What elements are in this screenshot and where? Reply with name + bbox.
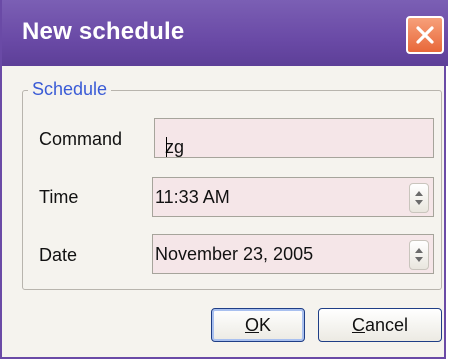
close-button[interactable] [406,16,444,54]
date-spinner-field[interactable]: November 23, 2005 [152,234,434,274]
date-label: Date [39,245,78,265]
ok-button[interactable]: OK [211,308,305,342]
time-label: Time [39,187,79,207]
date-value: November 23, 2005 [155,244,314,264]
close-icon [416,26,434,44]
command-label: Command [39,129,123,149]
cancel-button-label: ancel [364,315,409,335]
cancel-button-mnemonic: C [351,315,365,335]
title-bar[interactable]: New schedule [2,0,448,66]
time-spinner-field[interactable]: 11:33 AM [152,177,434,217]
time-value: 11:33 AM [155,187,230,207]
spinner-up-down-icon [415,191,423,205]
schedule-group-legend: Schedule [28,79,112,100]
cancel-button[interactable]: Cancel [318,308,442,342]
command-input[interactable]: zg [154,118,434,158]
ok-button-mnemonic: O [244,315,259,335]
new-schedule-dialog: New schedule Schedule Command zg Time 11… [0,0,448,359]
dialog-title: New schedule [22,18,185,45]
text-caret [166,137,167,157]
time-spinner-button[interactable] [409,183,429,213]
spinner-up-down-icon [415,248,423,262]
command-input-value: zg [165,137,185,157]
date-spinner-button[interactable] [409,240,429,270]
ok-button-label: K [259,315,272,335]
